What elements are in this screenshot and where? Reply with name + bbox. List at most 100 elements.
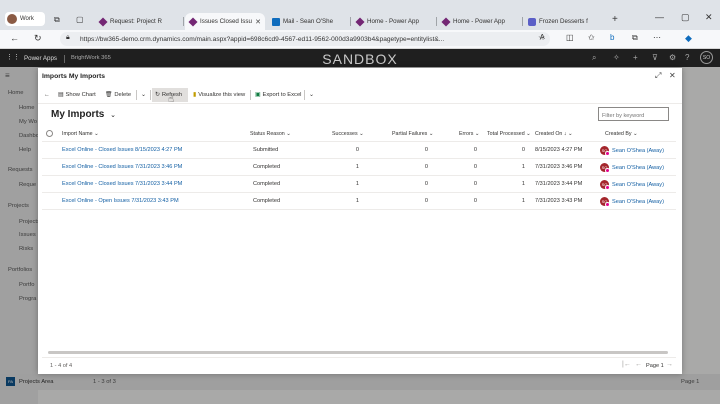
chevron-down-icon: ⌄ <box>526 131 531 137</box>
delete-more-button[interactable]: ⌄ <box>138 88 149 102</box>
successes-cell: 1 <box>355 181 359 187</box>
table-row[interactable]: Excel Online - Closed Issues 7/31/2023 3… <box>42 176 676 193</box>
refresh-icon: ↻ <box>155 92 160 98</box>
show-chart-button[interactable]: ▤ Show Chart <box>55 88 99 102</box>
user-avatar[interactable]: SO <box>700 51 713 64</box>
tab-label: Mail - Sean O'She <box>283 18 334 25</box>
total-processed-cell: 1 <box>521 181 525 187</box>
expand-icon[interactable]: ⤢ <box>655 71 661 81</box>
power-apps-icon <box>98 16 108 27</box>
status-cell: Submitted <box>253 147 279 153</box>
add-icon[interactable]: + <box>633 53 638 62</box>
copilot-icon[interactable]: ◆ <box>685 33 692 44</box>
created-by-link[interactable]: SO Sean O'Shea (Away) <box>600 163 664 173</box>
new-tab-icon[interactable]: + <box>612 14 618 25</box>
close-window-icon[interactable]: ✕ <box>705 12 713 23</box>
tab-actions-icon[interactable]: ▢ <box>76 15 84 24</box>
workspaces-icon[interactable]: ⧉ <box>54 15 60 25</box>
mouse-pointer-icon: ☝︎ <box>168 94 175 105</box>
dialog-title: Imports My Imports <box>42 73 106 80</box>
refresh-page-icon[interactable]: ↻ <box>34 33 42 44</box>
settings-icon[interactable]: ⚙ <box>669 53 676 62</box>
tab-issues-closed[interactable]: Issues Closed Issu ✕ <box>185 13 265 30</box>
import-name-link[interactable]: Excel Online - Closed Issues 8/15/2023 4… <box>62 147 182 153</box>
lightbulb-icon[interactable]: ✧ <box>613 53 620 62</box>
filter-icon[interactable]: ⊽ <box>652 53 658 62</box>
table-row[interactable]: Excel Online - Open Issues 7/31/2023 3:4… <box>42 193 676 210</box>
column-header-status-reason[interactable]: Status Reason ⌄ <box>250 131 291 137</box>
url-text: https://bw365-demo.crm.dynamics.com/main… <box>80 35 445 43</box>
owner-avatar: SO <box>600 197 610 207</box>
minimize-icon[interactable]: — <box>655 12 664 22</box>
sort-descending-icon: ↓ <box>563 131 567 137</box>
help-icon[interactable]: ? <box>685 53 689 62</box>
first-page-icon[interactable]: |← <box>622 361 631 368</box>
created-by-link[interactable]: SO Sean O'Shea (Away) <box>600 180 664 190</box>
column-header-errors[interactable]: Errors ⌄ <box>459 131 479 137</box>
column-header-total-processed[interactable]: Total Processed ⌄ <box>487 131 531 137</box>
import-name-link[interactable]: Excel Online - Closed Issues 7/31/2023 3… <box>62 164 182 170</box>
header-label: Total Processed <box>487 131 525 137</box>
filter-keyword-input[interactable] <box>598 107 669 121</box>
collections-icon[interactable]: ⧉ <box>632 33 638 43</box>
back-button[interactable]: ← <box>41 88 53 102</box>
split-screen-icon[interactable]: ◫ <box>566 33 574 42</box>
record-count: 1 - 4 of 4 <box>50 363 73 369</box>
browser-profile-button[interactable]: Work <box>5 12 45 26</box>
favorite-star-icon[interactable]: ☆ <box>538 33 545 42</box>
more-options-icon[interactable]: ⋯ <box>653 33 661 42</box>
import-name-link[interactable]: Excel Online - Open Issues 7/31/2023 3:4… <box>62 198 179 204</box>
header-label: Status Reason <box>250 131 285 137</box>
tab-label: Issues Closed Issu <box>200 18 252 25</box>
back-arrow-icon: ← <box>44 92 50 98</box>
select-all-radio[interactable] <box>46 130 53 137</box>
column-header-created-by[interactable]: Created By ⌄ <box>605 131 637 137</box>
export-more-button[interactable]: ⌄ <box>306 88 317 102</box>
tab-home-power-apps-2[interactable]: Home - Power App <box>438 13 520 30</box>
table-row[interactable]: Excel Online - Closed Issues 7/31/2023 3… <box>42 159 676 176</box>
tab-divider <box>522 17 523 26</box>
close-dialog-icon[interactable]: ✕ <box>669 71 676 80</box>
created-by-link[interactable]: SO Sean O'Shea (Away) <box>600 197 664 207</box>
tab-divider <box>436 17 437 26</box>
chevron-down-icon: ⌄ <box>110 112 116 119</box>
column-header-created-on[interactable]: Created On ↓ ⌄ <box>535 131 572 137</box>
chevron-down-icon: ⌄ <box>286 131 291 137</box>
tab-mail[interactable]: Mail - Sean O'She <box>268 13 348 30</box>
column-header-successes[interactable]: Successes ⌄ <box>332 131 364 137</box>
next-page-icon[interactable]: → <box>666 361 673 368</box>
created-on-cell: 7/31/2023 3:44 PM <box>535 181 583 187</box>
view-selector[interactable]: My Imports ⌄ <box>51 109 116 120</box>
tab-home-power-apps[interactable]: Home - Power App <box>352 13 434 30</box>
column-header-import-name[interactable]: Import Name ⌄ <box>62 131 99 137</box>
successes-cell: 1 <box>355 198 359 204</box>
close-tab-icon[interactable]: ✕ <box>255 18 261 26</box>
import-name-link[interactable]: Excel Online - Closed Issues 7/31/2023 3… <box>62 181 182 187</box>
maximize-icon[interactable]: ▢ <box>681 12 690 23</box>
column-header-partial-failures[interactable]: Partial Failures ⌄ <box>392 131 433 137</box>
header-label: Partial Failures <box>392 131 428 137</box>
powerbi-icon: ▮ <box>193 92 197 98</box>
address-bar[interactable]: 🔒︎ https://bw365-demo.crm.dynamics.com/m… <box>60 32 550 46</box>
tab-request-project[interactable]: Request: Project R <box>95 13 181 30</box>
table-row[interactable]: Excel Online - Closed Issues 8/15/2023 4… <box>42 142 676 159</box>
favorites-icon[interactable]: ✩ <box>588 33 595 42</box>
chevron-down-icon: ⌄ <box>568 131 573 137</box>
extension-icon[interactable]: b <box>610 33 614 42</box>
tab-frozen-desserts[interactable]: Frozen Desserts f <box>524 13 604 30</box>
power-apps-icon <box>355 16 365 27</box>
previous-page-icon[interactable]: ← <box>635 361 642 368</box>
created-by-link[interactable]: SO Sean O'Shea (Away) <box>600 146 664 156</box>
visualize-view-button[interactable]: ▮ Visualize this view <box>190 88 248 102</box>
command-divider <box>304 90 305 100</box>
chevron-down-icon: ⌄ <box>428 131 434 137</box>
owner-name: Sean O'Shea (Away) <box>612 198 664 205</box>
total-processed-cell: 1 <box>521 164 525 170</box>
search-icon[interactable]: ⌕ <box>592 53 596 63</box>
back-icon[interactable]: ← <box>10 33 19 43</box>
delete-button[interactable]: 🗑︎ Delete <box>102 88 134 102</box>
export-excel-button[interactable]: ▣ Export to Excel <box>252 88 304 102</box>
view-title: My Imports <box>51 109 105 120</box>
horizontal-scrollbar[interactable] <box>48 351 668 354</box>
chart-icon: ▤ <box>58 92 64 98</box>
